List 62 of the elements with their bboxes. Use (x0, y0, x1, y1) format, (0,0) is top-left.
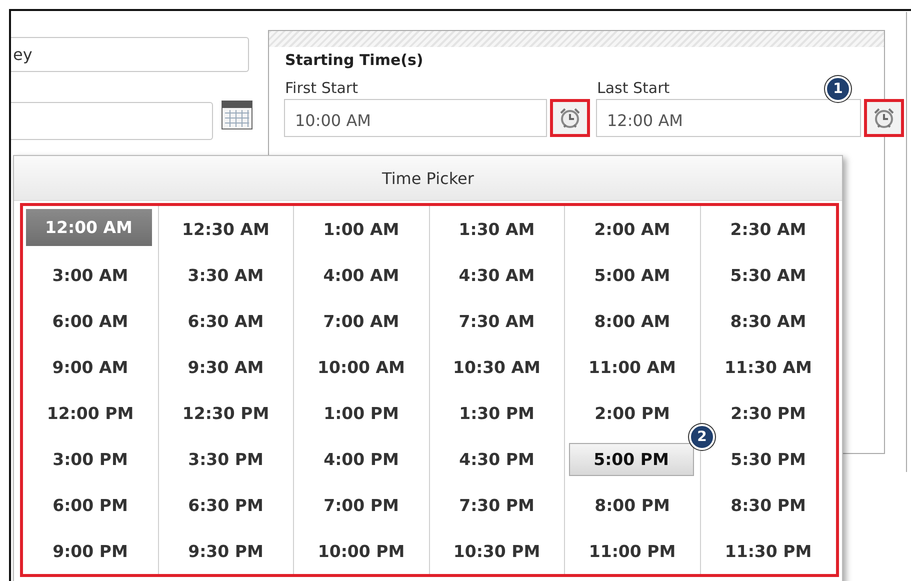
time-option[interactable]: 2:30 PM (726, 398, 810, 428)
time-option[interactable]: 4:00 AM (319, 260, 404, 290)
clock-icon (872, 106, 896, 130)
time-option[interactable]: 6:00 PM (48, 490, 132, 520)
time-option[interactable]: 2:00 PM (590, 398, 674, 428)
time-option[interactable]: 9:30 AM (184, 352, 268, 382)
clock-icon (558, 106, 582, 130)
time-option[interactable]: 10:30 PM (449, 536, 544, 566)
time-option[interactable]: 7:00 AM (319, 306, 404, 336)
time-option[interactable]: 9:30 PM (184, 536, 268, 566)
time-option[interactable]: 4:00 PM (320, 444, 403, 474)
time-option[interactable]: 3:00 PM (48, 444, 132, 474)
time-option[interactable]: 10:30 AM (449, 352, 544, 382)
time-option[interactable]: 7:30 AM (454, 306, 539, 336)
time-option[interactable]: 1:30 AM (454, 214, 539, 244)
time-option[interactable]: 11:30 PM (720, 536, 816, 566)
step-badge: 1 (825, 76, 851, 102)
time-option[interactable]: 12:00 AM (26, 209, 152, 246)
time-option[interactable]: 3:30 AM (184, 260, 268, 290)
time-option[interactable]: 1:30 PM (455, 398, 538, 428)
field-label: Last Start (596, 79, 670, 97)
time-option[interactable]: 3:00 AM (48, 260, 132, 290)
time-field[interactable]: 12:00 AM (596, 99, 861, 137)
time-option[interactable]: 10:00 AM (314, 352, 409, 382)
time-option[interactable]: 10:00 PM (314, 536, 409, 566)
time-option[interactable]: 7:30 PM (455, 490, 538, 520)
time-option[interactable]: 6:00 AM (48, 306, 132, 336)
time-option[interactable]: 2:30 AM (726, 214, 810, 244)
time-option[interactable]: 2:00 AM (590, 214, 674, 244)
time-option[interactable]: 9:00 PM (48, 536, 132, 566)
text-field[interactable]: ey (11, 37, 249, 72)
time-option[interactable]: 6:30 AM (184, 306, 268, 336)
time-option[interactable]: 9:00 AM (48, 352, 132, 382)
time-option[interactable]: 5:30 PM (726, 444, 810, 474)
clock-button[interactable] (864, 99, 904, 137)
time-option[interactable]: 8:30 PM (726, 490, 810, 520)
time-option[interactable]: 8:00 PM (590, 490, 674, 520)
clock-button[interactable] (550, 99, 590, 137)
time-option[interactable]: 4:30 PM (455, 444, 538, 474)
time-option[interactable]: 11:00 PM (584, 536, 680, 566)
date-field[interactable] (11, 102, 213, 140)
picker-title: Time Picker (14, 156, 842, 201)
time-option[interactable]: 5:00 PM (569, 442, 694, 476)
time-option[interactable]: 4:30 AM (454, 260, 539, 290)
time-field[interactable]: 10:00 AM (284, 99, 547, 137)
time-option[interactable]: 11:00 AM (584, 352, 680, 382)
group-title: Starting Time(s) (284, 50, 424, 69)
time-option[interactable]: 12:30 AM (178, 214, 274, 244)
calendar-icon[interactable] (221, 100, 253, 130)
time-option[interactable]: 5:30 AM (726, 260, 810, 290)
time-option[interactable]: 6:30 PM (184, 490, 268, 520)
time-option[interactable]: 1:00 PM (320, 398, 403, 428)
time-option[interactable]: 5:00 AM (590, 260, 674, 290)
field-label: First Start (284, 79, 358, 97)
time-option[interactable]: 11:30 AM (720, 352, 816, 382)
time-option[interactable]: 7:00 PM (320, 490, 403, 520)
time-option[interactable]: 3:30 PM (184, 444, 268, 474)
time-option[interactable]: 12:30 PM (178, 398, 274, 428)
time-option[interactable]: 12:00 PM (42, 398, 138, 428)
time-option[interactable]: 8:30 AM (726, 306, 810, 336)
time-option[interactable]: 8:00 AM (590, 306, 674, 336)
time-option[interactable]: 1:00 AM (319, 214, 404, 244)
